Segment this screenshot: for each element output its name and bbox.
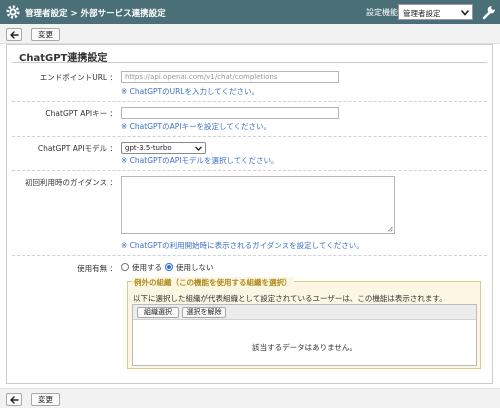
- breadcrumb: 管理者設定 > 外部サービス連携設定: [25, 7, 166, 19]
- exception-description: 以下に選択した組織が代表組織として設定されているユーザーは、この機能は表示されま…: [133, 294, 447, 303]
- back-arrow-icon: [10, 396, 19, 404]
- settings-panel: ChatGPT連携設定 エンドポイントURL ： https://api.ope…: [6, 44, 493, 384]
- row-divider: [12, 136, 487, 137]
- change-button[interactable]: 変更: [31, 393, 60, 406]
- breadcrumb-current: 外部サービス連携設定: [80, 9, 166, 19]
- model-select-value: gpt-3.5-turbo: [125, 144, 172, 152]
- breadcrumb-separator: >: [70, 9, 78, 19]
- exception-legend: 例外の組織（この機能を使用する組織を選択）: [132, 277, 294, 288]
- chevron-down-icon: [195, 146, 202, 151]
- model-select[interactable]: gpt-3.5-turbo: [121, 142, 206, 154]
- exception-org-table: 組織選択 選択を解除 該当するデータはありません。: [132, 304, 477, 366]
- apikey-input[interactable]: [121, 107, 339, 119]
- apikey-hint: ※ ChatGPTのAPIキーを設定してください。: [121, 122, 272, 131]
- back-button[interactable]: [6, 28, 22, 41]
- radio-use-label[interactable]: 使用する: [132, 262, 162, 273]
- breadcrumb-root[interactable]: 管理者設定: [25, 9, 68, 19]
- resize-grip-icon[interactable]: [387, 226, 393, 232]
- function-select-value: 管理者設定: [403, 9, 441, 18]
- endpoint-url-input[interactable]: https://api.openai.com/v1/chat/completio…: [121, 71, 339, 83]
- row-divider: [12, 101, 487, 102]
- radio-nouse-label[interactable]: 使用しない: [176, 262, 214, 273]
- bottom-toolbar: 変更: [0, 388, 500, 408]
- exception-toolbar: 組織選択 選択を解除: [133, 305, 476, 320]
- guidance-textarea[interactable]: [121, 176, 395, 234]
- radio-use[interactable]: [121, 263, 129, 271]
- exception-orgs-box: 以下に選択した組織が代表組織として設定されているユーザーは、この機能は表示されま…: [127, 281, 481, 369]
- model-hint: ※ ChatGPTのAPIモデルを選択してください。: [121, 156, 279, 165]
- guidance-hint: ※ ChatGPTの利用開始時に表示されるガイダンスを設定してください。: [121, 241, 364, 250]
- app-header: 管理者設定 > 外部サービス連携設定 設定機能： 管理者設定: [0, 0, 500, 24]
- apikey-label: ChatGPT APIキー ：: [45, 109, 117, 118]
- function-select[interactable]: 管理者設定: [398, 4, 473, 20]
- endpoint-hint: ※ ChatGPTのURLを入力してください。: [121, 87, 260, 96]
- chevron-down-icon: [461, 9, 469, 16]
- row-divider: [12, 170, 487, 171]
- gear-icon: [6, 5, 20, 19]
- clear-selection-button[interactable]: 選択を解除: [182, 307, 226, 318]
- usage-label: 使用有無 ：: [77, 264, 117, 273]
- back-button[interactable]: [6, 393, 22, 406]
- title-divider: [12, 62, 487, 63]
- row-divider: [12, 255, 487, 256]
- endpoint-label: エンドポイントURL ：: [39, 73, 117, 82]
- guidance-label: 初回利用時のガイダンス ：: [25, 178, 117, 187]
- back-arrow-icon: [10, 31, 19, 39]
- top-toolbar: 変更: [0, 24, 500, 44]
- select-org-button[interactable]: 組織選択: [137, 307, 179, 318]
- change-button[interactable]: 変更: [31, 28, 60, 41]
- wrench-icon[interactable]: [481, 4, 497, 20]
- model-label: ChatGPT APIモデル ：: [37, 144, 117, 153]
- radio-nouse[interactable]: [165, 263, 173, 271]
- empty-message: 該当するデータはありません。: [252, 343, 357, 352]
